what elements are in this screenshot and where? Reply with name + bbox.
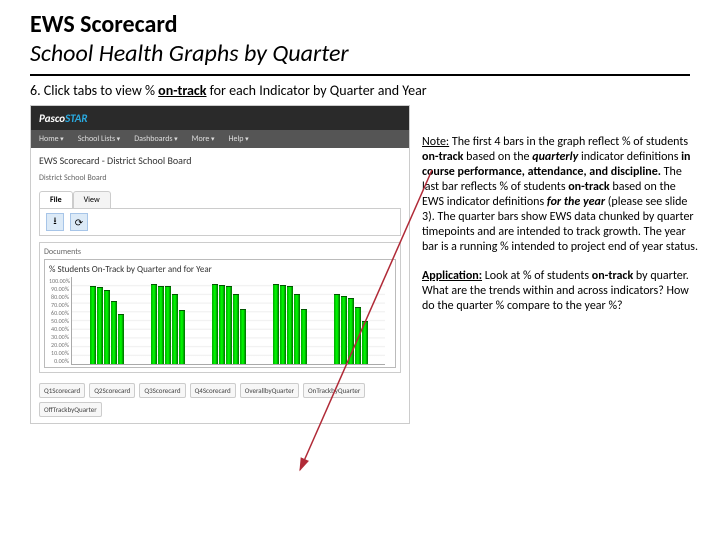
- bar: [348, 298, 354, 364]
- bar: [301, 309, 307, 364]
- bar: [341, 296, 347, 364]
- menu-more[interactable]: More: [192, 134, 215, 144]
- bar: [362, 321, 368, 365]
- bar: [233, 294, 239, 364]
- tab-offtrackbyquarter[interactable]: OffTrackbyQuarter: [39, 402, 102, 417]
- instruction-keyword: on-track: [158, 82, 206, 99]
- menu-home[interactable]: Home: [39, 134, 64, 144]
- tab-q1scorecard[interactable]: Q1Scorecard: [39, 383, 85, 398]
- bar: [158, 286, 164, 364]
- breadcrumb[interactable]: District School Board: [31, 169, 409, 187]
- title-line-1: EWS Scorecard: [30, 10, 690, 39]
- chart-section-label: Documents: [44, 247, 396, 257]
- title-line-2: School Health Graphs by Quarter: [30, 39, 690, 68]
- bar: [280, 285, 286, 364]
- bar-group: [90, 277, 124, 364]
- instruction-suffix: for each Indicator by Quarter and Year: [207, 82, 427, 99]
- slide-title: EWS Scorecard School Health Graphs by Qu…: [0, 0, 720, 72]
- bar: [273, 284, 279, 364]
- menu-school-lists[interactable]: School Lists: [78, 134, 121, 144]
- bar: [219, 285, 225, 364]
- bar: [287, 286, 293, 364]
- tab-q2scorecard[interactable]: Q2Scorecard: [89, 383, 135, 398]
- tab-q4scorecard[interactable]: Q4Scorecard: [190, 383, 236, 398]
- bar: [97, 287, 103, 364]
- ytick: 40.00%: [49, 325, 69, 333]
- brand-plain: Pasco: [39, 112, 65, 125]
- app-brand-bar: PascoSTAR: [31, 106, 409, 130]
- application-paragraph: Application: Look at % of students on-tr…: [422, 269, 700, 314]
- title-underline: [30, 74, 690, 76]
- tab-q3scorecard[interactable]: Q3Scorecard: [139, 383, 185, 398]
- tab-view[interactable]: View: [73, 191, 111, 208]
- report-tab-strip: Q1Scorecard Q2Scorecard Q3Scorecard Q4Sc…: [31, 379, 409, 423]
- ytick: 70.00%: [49, 301, 69, 309]
- bar-group: [151, 277, 185, 364]
- ytick: 30.00%: [49, 333, 69, 341]
- bar-group: [212, 277, 246, 364]
- toolbar: ⭳ ⟳: [39, 208, 401, 236]
- menu-help[interactable]: Help: [229, 134, 249, 144]
- bar: [151, 284, 157, 364]
- tab-file[interactable]: File: [39, 191, 73, 208]
- bar: [294, 294, 300, 364]
- note-lead: Note:: [422, 135, 449, 149]
- y-axis: 100.00% 90.00% 80.00% 70.00% 60.00% 50.0…: [49, 277, 71, 365]
- bar: [111, 301, 117, 364]
- ytick: 0.00%: [49, 357, 69, 365]
- bar: [334, 294, 340, 364]
- bar: [172, 294, 178, 364]
- bar: [90, 286, 96, 364]
- note-paragraph: Note: The first 4 bars in the graph refl…: [422, 135, 700, 255]
- bar: [226, 286, 232, 364]
- chart-box: % Students On-Track by Quarter and for Y…: [44, 259, 396, 368]
- view-tab-row: File View: [39, 191, 401, 208]
- bar-group: [334, 277, 368, 364]
- tab-ontrackbyquarter[interactable]: OnTrackbyQuarter: [303, 383, 365, 398]
- ytick: 60.00%: [49, 309, 69, 317]
- bar: [118, 314, 124, 364]
- bar-group: [273, 277, 307, 364]
- ytick: 100.00%: [49, 277, 69, 285]
- ytick: 10.00%: [49, 349, 69, 357]
- bar: [212, 284, 218, 364]
- bar: [179, 310, 185, 364]
- refresh-icon[interactable]: ⟳: [70, 213, 88, 231]
- app-menu-bar: Home School Lists Dashboards More Help: [31, 130, 409, 148]
- chart-plot: 100.00% 90.00% 80.00% 70.00% 60.00% 50.0…: [49, 277, 391, 365]
- instruction-prefix: 6. Click tabs to view %: [30, 82, 158, 99]
- ytick: 90.00%: [49, 285, 69, 293]
- application-lead: Application:: [422, 269, 482, 283]
- instruction-text: 6. Click tabs to view % on-track for eac…: [0, 82, 720, 105]
- ytick: 80.00%: [49, 293, 69, 301]
- chart-title: % Students On-Track by Quarter and for Y…: [49, 264, 391, 275]
- bar-area: [71, 277, 385, 365]
- bar: [104, 290, 110, 364]
- tab-overallbyquarter[interactable]: OverallbyQuarter: [240, 383, 299, 398]
- bar: [240, 309, 246, 364]
- menu-dashboards[interactable]: Dashboards: [134, 134, 177, 144]
- page-subheader: EWS Scorecard - District School Board: [31, 148, 409, 169]
- ytick: 50.00%: [49, 317, 69, 325]
- bar: [355, 307, 361, 364]
- notes-column: Note: The first 4 bars in the graph refl…: [422, 105, 700, 424]
- ytick: 20.00%: [49, 341, 69, 349]
- export-icon[interactable]: ⭳: [46, 213, 64, 231]
- bar: [165, 286, 171, 364]
- brand-accent: STAR: [65, 112, 88, 125]
- app-screenshot: PascoSTAR Home School Lists Dashboards M…: [30, 105, 410, 424]
- chart-card: Documents % Students On-Track by Quarter…: [39, 242, 401, 373]
